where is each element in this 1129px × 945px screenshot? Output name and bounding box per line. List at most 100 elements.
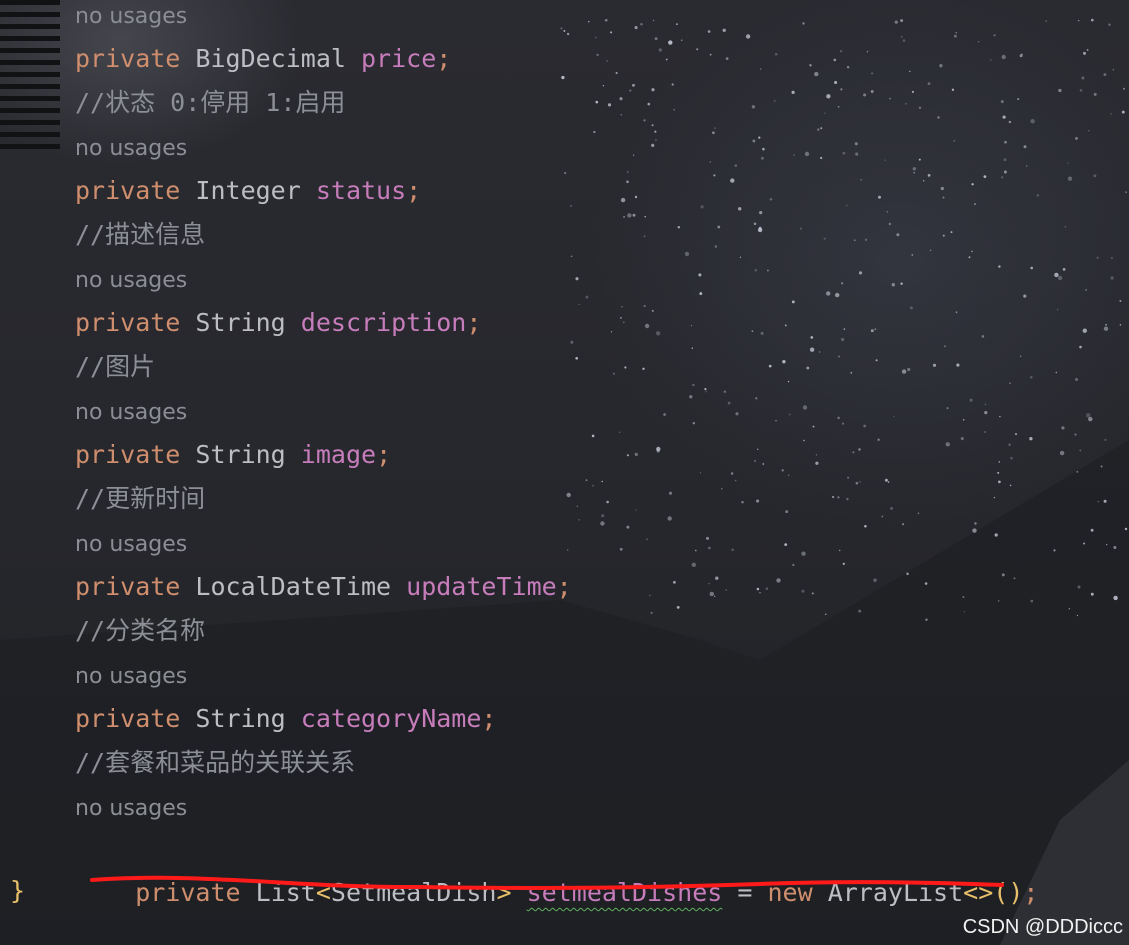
usage-hint-text: no usages bbox=[75, 796, 188, 821]
star-dot bbox=[843, 328, 846, 330]
code-comment[interactable]: //图片 bbox=[75, 345, 155, 389]
star-dot bbox=[864, 238, 868, 241]
star-dot bbox=[909, 306, 913, 310]
star-dot bbox=[802, 22, 805, 25]
field-type: String bbox=[195, 704, 286, 733]
star-dot bbox=[595, 100, 599, 104]
star-dot bbox=[917, 512, 920, 515]
star-dot bbox=[745, 34, 751, 39]
star-dot bbox=[692, 383, 695, 387]
usage-hint[interactable]: no usages bbox=[75, 125, 187, 169]
field-name: categoryName bbox=[300, 704, 482, 733]
star-dot bbox=[918, 158, 921, 161]
star-dot bbox=[592, 484, 595, 487]
star-dot bbox=[963, 611, 966, 613]
code-line-field-categoryName[interactable]: private String categoryName; bbox=[75, 697, 496, 741]
star-dot bbox=[1088, 130, 1090, 132]
star-dot bbox=[759, 592, 761, 594]
star-dot bbox=[1119, 324, 1122, 326]
star-dot bbox=[838, 355, 840, 358]
star-dot bbox=[847, 476, 850, 479]
code-line-field-description[interactable]: private String description; bbox=[75, 301, 481, 345]
star-dot bbox=[984, 410, 988, 415]
star-dot bbox=[1110, 113, 1112, 115]
star-dot bbox=[1103, 499, 1107, 503]
star-dot bbox=[858, 609, 862, 613]
star-dot bbox=[850, 371, 853, 374]
code-comment[interactable]: //分类名称 bbox=[75, 609, 205, 653]
star-dot bbox=[942, 234, 945, 237]
code-line-setmeal-dishes[interactable]: private List<SetmealDish> setmealDishes … bbox=[75, 827, 1038, 907]
star-dot bbox=[739, 256, 742, 258]
star-dot bbox=[627, 213, 632, 218]
star-dot bbox=[1110, 256, 1113, 260]
star-dot bbox=[1008, 443, 1011, 446]
star-dot bbox=[1025, 165, 1028, 167]
code-line-field-status[interactable]: private Integer status; bbox=[75, 169, 421, 213]
star-dot bbox=[713, 595, 716, 598]
usage-hint[interactable]: no usages bbox=[75, 389, 187, 433]
star-dot bbox=[692, 421, 696, 425]
star-dot bbox=[1002, 115, 1006, 119]
code-line-field-updateTime[interactable]: private LocalDateTime updateTime; bbox=[75, 565, 572, 609]
keyword-private: private bbox=[135, 878, 241, 907]
usage-hint[interactable]: no usages bbox=[75, 653, 187, 697]
star-dot bbox=[640, 22, 643, 26]
star-dot bbox=[1122, 87, 1126, 90]
star-dot bbox=[870, 329, 874, 333]
star-dot bbox=[968, 256, 971, 259]
star-dot bbox=[863, 424, 867, 428]
code-editor[interactable]: no usages private BigDecimal price; //状态 0… bbox=[0, 0, 1129, 945]
star-dot bbox=[689, 395, 693, 399]
star-dot bbox=[619, 547, 623, 551]
star-dot bbox=[953, 34, 957, 38]
semicolon: ; bbox=[376, 440, 392, 469]
usage-hint[interactable]: no usages bbox=[75, 0, 187, 37]
star-dot bbox=[787, 474, 790, 477]
star-dot bbox=[671, 83, 674, 86]
usage-hint[interactable]: no usages bbox=[75, 521, 187, 565]
star-dot bbox=[1103, 73, 1107, 77]
star-dot bbox=[1001, 54, 1006, 60]
star-dot bbox=[713, 174, 716, 177]
star-dot bbox=[632, 213, 636, 217]
code-line-field-image[interactable]: private String image; bbox=[75, 433, 391, 477]
star-dot bbox=[942, 196, 945, 199]
star-dot bbox=[563, 29, 566, 32]
code-comment[interactable]: //套餐和菜品的关联关系 bbox=[75, 741, 355, 785]
star-dot bbox=[841, 282, 844, 285]
star-dot bbox=[1106, 544, 1108, 546]
code-comment[interactable]: //更新时间 bbox=[75, 477, 205, 521]
star-dot bbox=[773, 99, 776, 102]
star-dot bbox=[1079, 88, 1083, 92]
code-comment[interactable]: //描述信息 bbox=[75, 213, 205, 257]
star-dot bbox=[997, 600, 1000, 602]
star-dot bbox=[1029, 437, 1033, 441]
star-dot bbox=[816, 128, 820, 131]
star-dot bbox=[811, 592, 814, 595]
semicolon: ; bbox=[556, 572, 572, 601]
field-type: Integer bbox=[195, 176, 301, 205]
star-dot bbox=[1086, 49, 1089, 51]
field-name: description bbox=[300, 308, 467, 337]
usage-hint-text: no usages bbox=[75, 400, 188, 425]
star-dot bbox=[1009, 382, 1011, 385]
star-dot bbox=[853, 239, 856, 242]
star-dot bbox=[1062, 268, 1066, 271]
star-dot bbox=[946, 407, 949, 410]
code-line-field-price[interactable]: private BigDecimal price; bbox=[75, 37, 451, 81]
star-dot bbox=[576, 505, 579, 508]
usage-hint[interactable]: no usages bbox=[75, 257, 187, 301]
star-dot bbox=[730, 472, 734, 475]
star-dot bbox=[658, 48, 662, 52]
star-dot bbox=[606, 60, 609, 62]
star-dot bbox=[820, 156, 823, 160]
code-comment[interactable]: //状态 0:停用 1:启用 bbox=[75, 81, 345, 125]
star-dot bbox=[619, 97, 623, 101]
usage-hint[interactable]: no usages bbox=[75, 785, 187, 829]
star-dot bbox=[1074, 377, 1079, 382]
star-dot bbox=[602, 85, 605, 87]
star-dot bbox=[570, 340, 574, 344]
star-dot bbox=[725, 57, 729, 60]
star-dot bbox=[561, 75, 565, 80]
